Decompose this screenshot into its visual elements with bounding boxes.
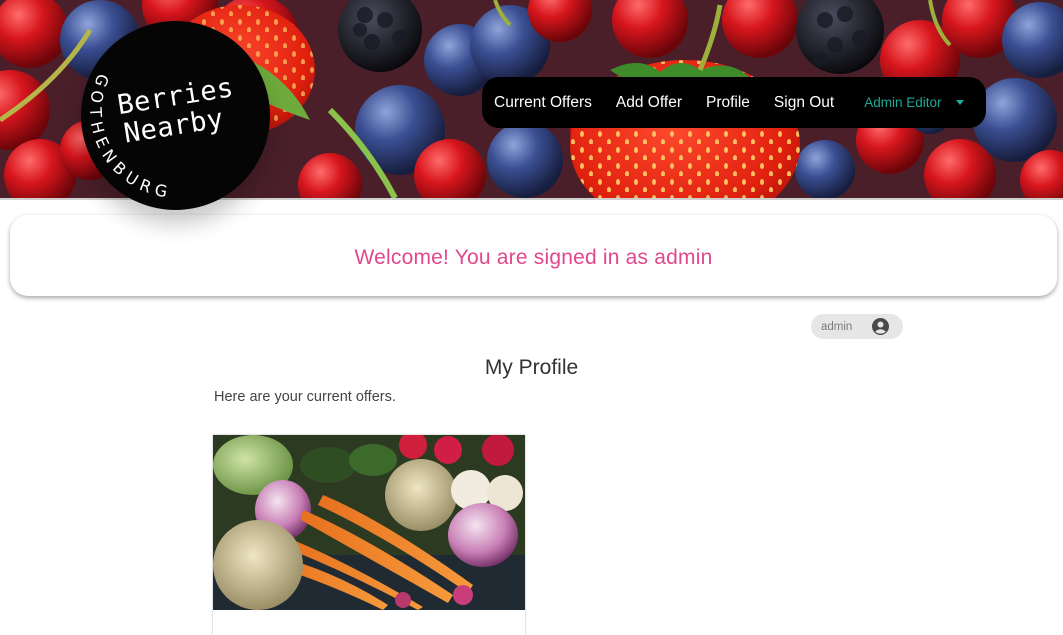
- admin-editor-label: Admin Editor: [864, 95, 942, 110]
- brand-city: GOTHENBURG: [86, 71, 169, 202]
- nav-sign-out[interactable]: Sign Out: [774, 94, 834, 112]
- page-title: My Profile: [484, 356, 579, 379]
- nav-add-offer[interactable]: Add Offer: [616, 94, 682, 112]
- brand-logo[interactable]: Berries Nearby GOTHENBURG: [81, 21, 270, 210]
- page-subtitle: Here are your current offers.: [214, 389, 396, 405]
- brand-city-ring: GOTHENBURG: [86, 71, 174, 202]
- user-chip-username: admin: [821, 320, 853, 333]
- nav-current-offers[interactable]: Current Offers: [494, 94, 592, 112]
- svg-text:GOTHENBURG: GOTHENBURG: [86, 71, 174, 202]
- user-circle-icon: [872, 318, 889, 335]
- welcome-banner: Welcome! You are signed in as admin: [10, 215, 1057, 296]
- nav-profile[interactable]: Profile: [706, 94, 750, 112]
- caret-down-icon: [955, 100, 964, 105]
- welcome-message: Welcome! You are signed in as admin: [354, 245, 713, 269]
- admin-editor-dropdown[interactable]: Admin Editor: [864, 95, 964, 110]
- offer-card[interactable]: [213, 435, 525, 635]
- main-nav: Current Offers Add Offer Profile Sign Ou…: [482, 77, 986, 128]
- user-chip[interactable]: admin: [811, 314, 903, 339]
- offer-image-vegetables: [213, 435, 525, 610]
